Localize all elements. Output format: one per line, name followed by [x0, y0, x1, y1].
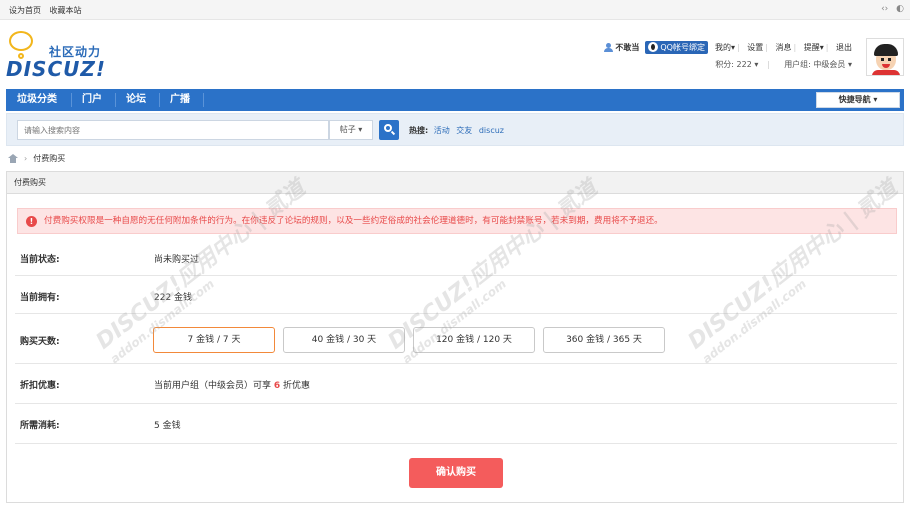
- logout-link[interactable]: 退出: [836, 43, 852, 52]
- set-homepage-link[interactable]: 设为首页: [9, 6, 41, 15]
- breadcrumb-current: 付费购买: [33, 154, 66, 163]
- logo-bubble-icon: [9, 31, 33, 51]
- confirm-purchase-button[interactable]: 确认购买: [409, 458, 503, 488]
- cost-row: 所需消耗: 5 金钱: [15, 404, 897, 444]
- home-icon[interactable]: [8, 154, 18, 163]
- user-box: 不敢当 QQ帐号绑定 我的▾ | 设置 | 消息 | 提醒▾ | 退出 积分: 222 …: [604, 39, 852, 70]
- option-120-days[interactable]: 120 金钱 / 120 天: [413, 327, 535, 353]
- owned-value: 222 金钱: [154, 293, 193, 303]
- notice-text: 付费购买权限是一种自愿的无任何附加条件的行为。在你违反了论坛的规则，以及一些约定…: [44, 216, 663, 226]
- breadcrumb-separator: ›: [24, 154, 28, 163]
- cost-label: 所需消耗:: [20, 421, 60, 431]
- logo-title: DISCUZ!: [6, 57, 106, 81]
- avatar[interactable]: [866, 38, 904, 76]
- usergroup-menu[interactable]: 用户组: 中级会员 ▾: [778, 60, 852, 69]
- top-tools: ‹› ◐: [876, 4, 904, 14]
- nav-item-portal[interactable]: 门户: [82, 89, 102, 111]
- owned-row: 当前拥有: 222 金钱: [15, 276, 897, 314]
- qq-bind-button[interactable]: QQ帐号绑定: [645, 40, 708, 54]
- hot-search-link[interactable]: 活动: [434, 126, 450, 135]
- quick-nav-button[interactable]: 快捷导航 ▾: [816, 92, 900, 108]
- search-input[interactable]: [17, 120, 329, 140]
- hot-search-link[interactable]: discuz: [479, 126, 504, 135]
- search-bar: 帖子 ▾ 热搜: 活动 交友 discuz: [6, 113, 904, 146]
- discount-value: 当前用户组（中级会员）可享 6 折优惠: [154, 381, 311, 391]
- option-365-days[interactable]: 360 金钱 / 365 天: [543, 327, 665, 353]
- qq-icon: [648, 42, 659, 52]
- alert-icon: !: [26, 216, 37, 227]
- bookmark-link[interactable]: 收藏本站: [50, 6, 82, 15]
- palette-icon[interactable]: ◐: [896, 4, 904, 14]
- main-nav: 垃圾分类 门户 论坛 广播 快捷导航 ▾: [6, 89, 904, 111]
- messages-link[interactable]: 消息: [775, 43, 791, 52]
- nav-item-forum[interactable]: 论坛: [126, 89, 146, 111]
- days-label: 购买天数:: [20, 337, 60, 347]
- search-type-select[interactable]: 帖子 ▾: [329, 120, 373, 140]
- nav-item-garbage[interactable]: 垃圾分类: [17, 89, 57, 111]
- cost-value: 5 金钱: [154, 421, 181, 431]
- points-menu[interactable]: 积分: 222 ▾: [709, 60, 758, 69]
- reminders-menu[interactable]: 提醒▾: [804, 43, 824, 52]
- site-logo[interactable]: 社区动力 DISCUZ!: [6, 29, 116, 84]
- discount-rate: 6: [273, 381, 281, 391]
- username-link[interactable]: 不敢当: [615, 42, 639, 53]
- code-icon[interactable]: ‹›: [881, 4, 888, 14]
- header: 社区动力 DISCUZ! 不敢当 QQ帐号绑定 我的▾ | 设置 | 消息 | 提醒▾…: [0, 21, 910, 87]
- nav-item-broadcast[interactable]: 广播: [170, 89, 190, 111]
- purchase-panel: 付费购买 ! 付费购买权限是一种自愿的无任何附加条件的行为。在你违反了论坛的规则…: [6, 171, 904, 503]
- search-button[interactable]: [379, 120, 399, 140]
- discount-label: 折扣优惠:: [20, 381, 60, 391]
- top-links: 设为首页 收藏本站: [9, 5, 88, 16]
- breadcrumb: › 付费购买: [8, 153, 65, 164]
- owned-label: 当前拥有:: [20, 293, 60, 303]
- status-row: 当前状态: 尚未购买过: [15, 238, 897, 276]
- settings-link[interactable]: 设置: [747, 43, 763, 52]
- hot-search: 热搜: 活动 交友 discuz: [409, 125, 508, 136]
- user-icon: [604, 42, 614, 52]
- status-value: 尚未购买过: [154, 255, 200, 265]
- my-menu[interactable]: 我的▾: [715, 43, 735, 52]
- option-7-days[interactable]: 7 金钱 / 7 天: [153, 327, 275, 353]
- qq-bind-label: QQ帐号绑定: [660, 42, 705, 52]
- status-label: 当前状态:: [20, 255, 60, 265]
- option-30-days[interactable]: 40 金钱 / 30 天: [283, 327, 405, 353]
- hot-search-link[interactable]: 交友: [456, 126, 472, 135]
- panel-title: 付费购买: [7, 172, 903, 194]
- notice-banner: ! 付费购买权限是一种自愿的无任何附加条件的行为。在你违反了论坛的规则，以及一些…: [17, 208, 897, 234]
- top-strip: 设为首页 收藏本站 ‹› ◐: [0, 0, 910, 20]
- hot-search-label: 热搜:: [409, 126, 429, 135]
- discount-row: 折扣优惠: 当前用户组（中级会员）可享 6 折优惠: [15, 364, 897, 404]
